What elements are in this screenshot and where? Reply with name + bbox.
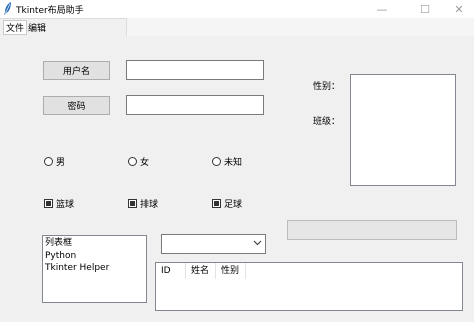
feather-icon [3, 2, 13, 15]
username-button[interactable]: 用户名 [43, 61, 110, 80]
checkbox-basketball[interactable]: 篮球 [44, 197, 74, 210]
username-input[interactable] [126, 60, 264, 80]
menu-bar: 文件 编辑 [0, 18, 474, 49]
radio-female[interactable]: 女 [128, 155, 149, 168]
list-item[interactable]: 列表框 [44, 237, 145, 250]
checkbox-label: 排球 [140, 200, 159, 210]
radio-label: 未知 [224, 158, 243, 168]
window-title: Tkinter布局助手 [16, 6, 84, 16]
checkbox-volleyball[interactable]: 排球 [128, 197, 158, 210]
table[interactable]: ID 姓名 性别 [155, 262, 463, 311]
list-item[interactable]: Python [44, 250, 145, 263]
checkbox-icon [128, 199, 137, 208]
radio-label: 男 [56, 158, 66, 168]
listbox[interactable]: 列表框 Python Tkinter Helper [42, 235, 147, 303]
checkbox-label: 篮球 [56, 200, 75, 210]
progress-bar [287, 220, 457, 240]
radio-circle-icon [44, 157, 53, 166]
checkbox-icon [44, 199, 53, 208]
checkbox-football[interactable]: 足球 [212, 197, 242, 210]
radio-male[interactable]: 男 [44, 155, 65, 168]
column-header-gender[interactable]: 性别 [216, 263, 246, 279]
combobox[interactable] [161, 234, 266, 254]
minimize-icon[interactable]: — [367, 0, 397, 18]
password-input[interactable] [126, 95, 264, 115]
checkbox-icon [212, 199, 221, 208]
close-icon[interactable]: ✕ [444, 0, 474, 18]
gender-label: 性别： [313, 82, 341, 92]
radio-circle-icon [128, 157, 137, 166]
column-header-name[interactable]: 姓名 [186, 263, 216, 279]
chevron-down-icon[interactable] [253, 238, 262, 247]
radio-circle-icon [212, 157, 221, 166]
radio-label: 女 [140, 158, 150, 168]
class-label: 班级： [313, 117, 341, 127]
menu-edit[interactable]: 编辑 [27, 21, 47, 34]
column-header-id[interactable]: ID [156, 263, 186, 279]
list-item[interactable]: Tkinter Helper [44, 262, 145, 275]
text-area[interactable] [350, 74, 456, 186]
title-bar: Tkinter布局助手 — ☐ ✕ [0, 0, 474, 18]
table-header: ID 姓名 性别 [156, 263, 246, 279]
checkbox-label: 足球 [224, 200, 243, 210]
menu-file[interactable]: 文件 [3, 20, 28, 35]
maximize-icon[interactable]: ☐ [410, 0, 440, 18]
radio-unknown[interactable]: 未知 [212, 155, 242, 168]
password-button[interactable]: 密码 [43, 96, 110, 115]
